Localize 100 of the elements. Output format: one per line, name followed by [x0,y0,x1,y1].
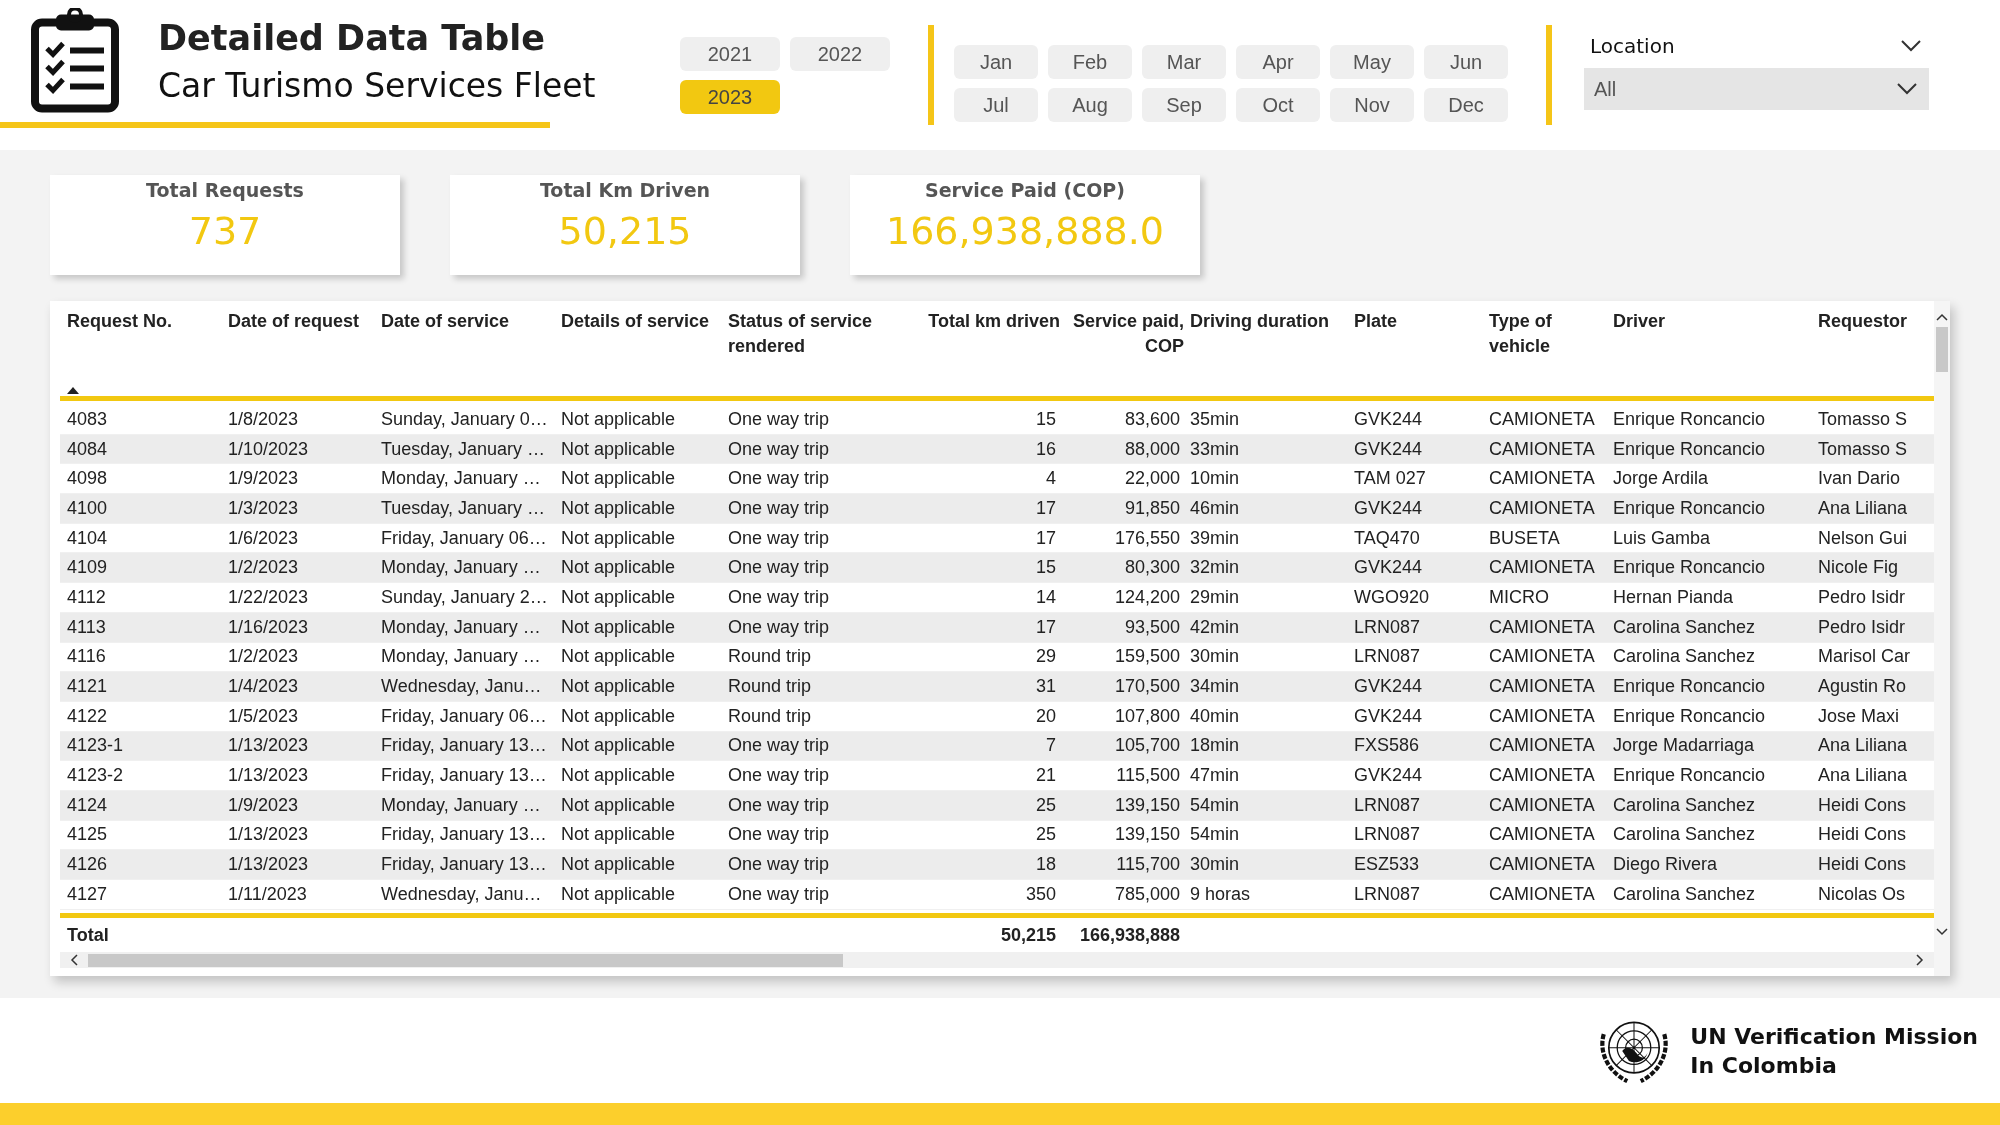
table-cell-text: 25 [1035,824,1057,846]
table-cell-text: Nicole Fig [1818,557,1900,579]
table-cell-text: Not applicable [561,883,677,905]
table-cell-text: LRN087 [1354,794,1422,816]
month-button[interactable]: Feb [1048,45,1132,79]
table-cell-text: Not applicable [561,794,677,816]
year-button[interactable]: 2021 [680,37,780,71]
table-cell-text: 115,500 [1116,765,1181,787]
table-cell-text: CAMIONETA [1489,705,1596,727]
table-cell-text: 4121 [67,676,109,698]
table-cell-text: Heidi Cons [1818,854,1908,876]
table-cell-text: Ivan Dario [1818,468,1902,490]
table-cell-text: One way trip [728,765,831,787]
table-cell-text: 4100 [67,497,109,519]
table-cell-text: CAMIONETA [1489,765,1596,787]
table-cell-text: 35min [1190,408,1241,430]
table-cell-text: Friday, January 06… [381,527,548,549]
column-header[interactable]: Driver [1613,309,1818,396]
scroll-down-icon[interactable] [1936,928,1948,936]
table-cell-text: 4083 [67,408,109,430]
column-header[interactable]: Driving duration [1190,309,1354,396]
table-cell-text: 4124 [67,794,109,816]
table-cell-text: 1/8/2023 [228,408,300,430]
table-cell-text: Friday, January 13… [381,735,548,757]
month-button[interactable]: Aug [1048,88,1132,122]
table-cell-text: CAMIONETA [1489,735,1596,757]
column-header[interactable]: Total km driven [900,309,1066,396]
table-cell-text: Friday, January 06… [381,705,548,727]
table-cell-text: One way trip [728,794,831,816]
horizontal-scrollbar[interactable] [88,953,843,967]
month-button[interactable]: Dec [1424,88,1508,122]
table-cell-text: 785,000 [1114,883,1181,905]
table-cell-text: 1/9/2023 [228,794,300,816]
table-cell-text: 1/16/2023 [228,616,310,638]
table-cell-text: GVK244 [1354,705,1424,727]
chevron-down-icon[interactable] [1901,40,1921,52]
table-cell-text: 14 [1035,586,1057,608]
table-cell-text: 115,700 [1116,854,1181,876]
table-cell-text: 1/13/2023 [228,854,310,876]
table-cell-text: Monday, January … [381,557,542,579]
month-button[interactable]: Nov [1330,88,1414,122]
column-header[interactable]: Date of service [381,309,561,396]
scroll-left-icon[interactable] [70,954,78,966]
month-button[interactable]: Jul [954,88,1038,122]
month-button[interactable]: Mar [1142,45,1226,79]
table-cell-text: 1/13/2023 [228,765,310,787]
scroll-up-icon[interactable] [1936,313,1948,321]
year-button[interactable]: 2023 [680,80,780,114]
table-cell-text: 1/4/2023 [228,676,300,698]
month-button[interactable]: Jun [1424,45,1508,79]
table-cell-text: 1/13/2023 [228,824,310,846]
table-cell-text: Heidi Cons [1818,794,1908,816]
month-button[interactable]: Sep [1142,88,1226,122]
column-header[interactable]: Type of vehicle [1489,309,1613,396]
table-cell-text: Not applicable [561,765,677,787]
column-header[interactable]: Details of service [561,309,728,396]
scroll-right-icon[interactable] [1916,954,1924,966]
table-cell-text: 33min [1190,438,1241,460]
table-cell-text: 15 [1035,557,1057,579]
table-cell-text: 4123-2 [67,765,125,787]
table-cell-text: 4127 [67,883,109,905]
table-cell-text: Ana Liliana [1818,735,1909,757]
table-cell-text: Not applicable [561,676,677,698]
table-cell-text: Pedro Isidr [1818,616,1907,638]
kpi-value: 737 [188,209,262,253]
table-cell-text: 54min [1190,824,1241,846]
total-cell-text: 50,215 [1000,924,1057,946]
table-cell-text: 40min [1190,705,1241,727]
table-cell-text: 4116 [67,646,107,668]
sort-ascending-icon[interactable] [67,387,79,394]
table-cell-text: GVK244 [1354,497,1424,519]
column-header[interactable]: Requestor [1818,309,1928,396]
column-header[interactable]: Request No. [67,309,228,396]
column-header[interactable]: Service paid, COP [1066,309,1190,396]
table-cell-text: Wednesday, Janu… [381,676,543,698]
column-header[interactable]: Status of service rendered [728,309,900,396]
table-cell-text: 4098 [67,468,109,490]
table-cell-text: 7 [1046,735,1057,757]
table-cell-text: Carolina Sanchez [1613,616,1757,638]
table-cell-text: Agustin Ro [1818,676,1908,698]
column-header[interactable]: Date of request [228,309,381,396]
month-button[interactable]: Apr [1236,45,1320,79]
table-cell-text: CAMIONETA [1489,824,1596,846]
vertical-scrollbar[interactable] [1936,327,1948,372]
month-button[interactable]: Oct [1236,88,1320,122]
location-dropdown[interactable]: All [1584,68,1929,110]
table-cell-text: Nicolas Os [1818,883,1907,905]
table-cell-text: 30min [1190,854,1241,876]
table-cell-text: 176,550 [1114,527,1181,549]
year-button[interactable]: 2022 [790,37,890,71]
table-cell-text: Ana Liliana [1818,765,1909,787]
table-cell-text: 4109 [67,557,109,579]
kpi-label: Total Requests [146,179,304,201]
table-cell-text: 4122 [67,705,109,727]
table-cell-text: One way trip [728,438,831,460]
table-cell-text: Tomasso S [1818,408,1909,430]
column-header[interactable]: Plate [1354,309,1489,396]
month-button[interactable]: May [1330,45,1414,79]
table-cell-text: CAMIONETA [1489,616,1596,638]
month-button[interactable]: Jan [954,45,1038,79]
